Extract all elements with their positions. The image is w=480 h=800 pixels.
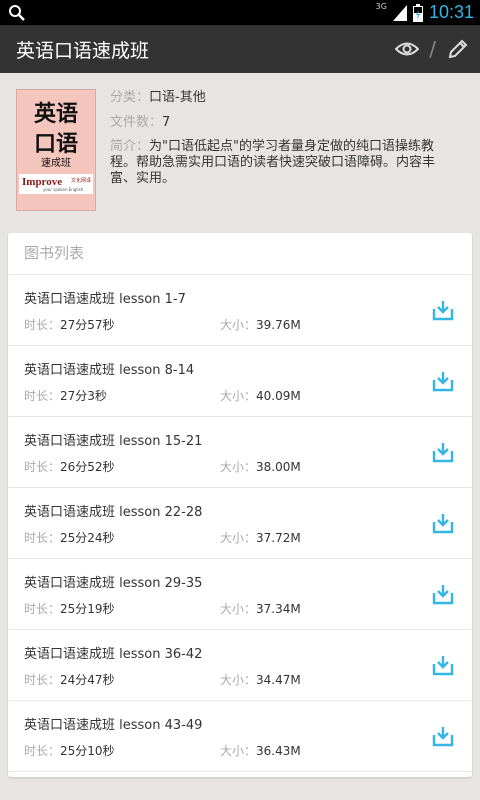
search-icon[interactable]: [8, 4, 26, 22]
duration-value: 25分10秒: [60, 744, 115, 758]
size-value: 37.72M: [256, 531, 301, 545]
file-size: 大小：38.00M: [220, 458, 301, 475]
duration-label: 时长：: [24, 531, 61, 545]
list-item[interactable]: 英语口语速成班 lesson 22-28 时长：25分24秒 大小：37.72M: [8, 488, 472, 559]
size-label: 大小：: [220, 531, 257, 545]
duration-label: 时长：: [24, 744, 61, 758]
size-label: 大小：: [220, 460, 257, 474]
size-value: 37.34M: [256, 602, 301, 616]
action-bar: 英语口语速成班 /: [0, 25, 480, 73]
list-item[interactable]: 英语口语速成班 lesson 43-49 时长：25分10秒 大小：36.43M: [8, 701, 472, 772]
duration-value: 27分57秒: [60, 318, 115, 332]
duration-value: 27分3秒: [60, 389, 107, 403]
download-icon[interactable]: [432, 441, 454, 463]
file-size: 大小：37.72M: [220, 529, 301, 546]
cover-band: Improve 文化网译 your spoken English: [19, 174, 93, 194]
file-size: 大小：34.47M: [220, 671, 301, 688]
list-item[interactable]: 英语口语速成班 lesson 29-35 时长：25分19秒 大小：37.34M: [8, 559, 472, 630]
list-items: 英语口语速成班 lesson 1-7 时长：27分57秒 大小：39.76M 英…: [8, 275, 472, 772]
duration-label: 时长：: [24, 389, 61, 403]
lesson-name: 英语口语速成班 lesson 8-14: [24, 363, 195, 378]
list-item[interactable]: 英语口语速成班 lesson 15-21 时长：26分52秒 大小：38.00M: [8, 417, 472, 488]
lesson-name: 英语口语速成班 lesson 43-49: [24, 718, 203, 733]
edit-icon[interactable]: [444, 35, 472, 63]
duration: 时长：26分52秒: [24, 458, 115, 475]
intro-text: 为"口语低起点"的学习者量身定做的纯口语操练教程。帮助急需实用口语的读者快速突破…: [110, 139, 436, 186]
file-size: 大小：37.34M: [220, 600, 301, 617]
cover-brand-cn: 文化网译: [70, 178, 91, 184]
duration-value: 25分19秒: [60, 602, 115, 616]
duration: 时长：27分57秒: [24, 316, 115, 333]
download-icon[interactable]: [432, 583, 454, 605]
lesson-name: 英语口语速成班 lesson 29-35: [24, 576, 203, 591]
category-row: 分类：口语-其他: [110, 89, 450, 106]
duration-label: 时长：: [24, 673, 61, 687]
duration-label: 时长：: [24, 602, 61, 616]
duration: 时长：27分3秒: [24, 387, 107, 404]
size-label: 大小：: [220, 389, 257, 403]
cover-line3: 速成班: [41, 158, 71, 169]
book-meta: 分类：口语-其他 文件数：7 简介：为"口语低起点"的学习者量身定做的纯口语操练…: [110, 89, 450, 195]
file-size: 大小：36.43M: [220, 742, 301, 759]
size-label: 大小：: [220, 318, 257, 332]
list-item[interactable]: 英语口语速成班 lesson 8-14 时长：27分3秒 大小：40.09M: [8, 346, 472, 417]
download-icon[interactable]: [432, 299, 454, 321]
cover-brand-en: your spoken English: [43, 187, 84, 192]
file-count-row: 文件数：7: [110, 114, 450, 131]
size-value: 39.76M: [256, 318, 301, 332]
list-item[interactable]: 英语口语速成班 lesson 36-42 时长：24分47秒 大小：34.47M: [8, 630, 472, 701]
book-list-card: 图书列表 英语口语速成班 lesson 1-7 时长：27分57秒 大小：39.…: [8, 233, 472, 777]
category-label: 分类：: [110, 90, 150, 105]
size-value: 34.47M: [256, 673, 301, 687]
size-label: 大小：: [220, 744, 257, 758]
page-title: 英语口语速成班: [16, 39, 150, 62]
duration: 时长：25分10秒: [24, 742, 115, 759]
lesson-name: 英语口语速成班 lesson 1-7: [24, 292, 186, 307]
duration: 时长：25分19秒: [24, 600, 115, 617]
battery-icon: [412, 3, 423, 22]
duration: 时长：25分24秒: [24, 529, 115, 546]
file-count-value: 7: [162, 115, 171, 130]
size-label: 大小：: [220, 673, 257, 687]
network-type: 3G: [375, 2, 387, 11]
duration-value: 26分52秒: [60, 460, 115, 474]
status-bar: 3G 10:31: [0, 0, 480, 25]
file-size: 大小：39.76M: [220, 316, 301, 333]
file-size: 大小：40.09M: [220, 387, 301, 404]
size-value: 36.43M: [256, 744, 301, 758]
size-value: 40.09M: [256, 389, 301, 403]
download-icon[interactable]: [432, 725, 454, 747]
clock: 10:31: [428, 2, 474, 22]
download-icon[interactable]: [432, 370, 454, 392]
book-cover: 英语 口语 速成班 Improve 文化网译 your spoken Engli…: [16, 89, 96, 211]
lesson-name: 英语口语速成班 lesson 22-28: [24, 505, 203, 520]
file-count-label: 文件数：: [110, 115, 163, 130]
duration-label: 时长：: [24, 318, 61, 332]
action-separator: /: [429, 37, 436, 61]
size-value: 38.00M: [256, 460, 301, 474]
size-label: 大小：: [220, 602, 257, 616]
cover-line1: 英语: [33, 101, 78, 127]
lesson-name: 英语口语速成班 lesson 36-42: [24, 647, 203, 662]
download-icon[interactable]: [432, 512, 454, 534]
duration-value: 25分24秒: [60, 531, 115, 545]
download-icon[interactable]: [432, 654, 454, 676]
category-value: 口语-其他: [149, 90, 206, 105]
intro-row: 简介：为"口语低起点"的学习者量身定做的纯口语操练教程。帮助急需实用口语的读者快…: [110, 139, 450, 187]
duration-value: 24分47秒: [60, 673, 115, 687]
book-header: 英语 口语 速成班 Improve 文化网译 your spoken Engli…: [16, 89, 466, 211]
intro-label: 简介：: [110, 139, 150, 154]
signal-icon: [392, 4, 407, 21]
eye-icon[interactable]: [393, 35, 421, 63]
duration-label: 时长：: [24, 460, 61, 474]
duration: 时长：24分47秒: [24, 671, 115, 688]
lesson-name: 英语口语速成班 lesson 15-21: [24, 434, 203, 449]
list-item[interactable]: 英语口语速成班 lesson 1-7 时长：27分57秒 大小：39.76M: [8, 275, 472, 346]
list-title: 图书列表: [8, 233, 472, 275]
